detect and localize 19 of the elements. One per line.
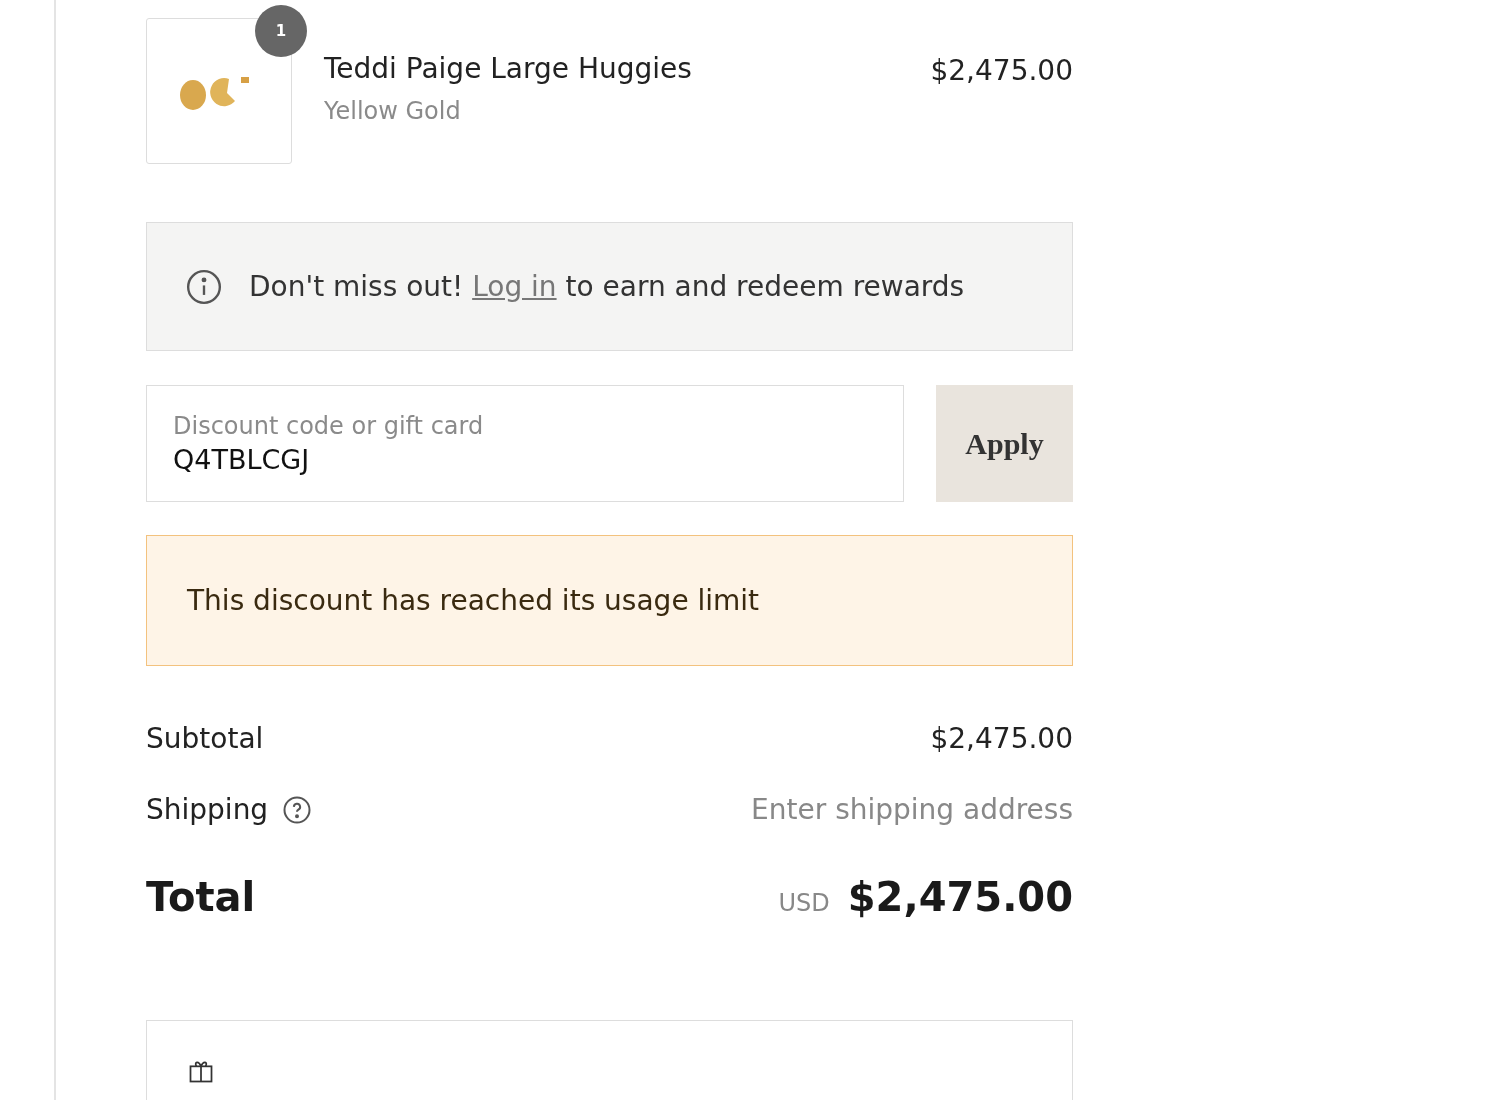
subtotal-label: Subtotal [146,722,264,755]
total-label: Total [146,874,256,920]
help-icon[interactable] [282,794,313,825]
quantity-badge: 1 [255,5,307,57]
error-message: This discount has reached its usage limit [187,584,760,617]
discount-code-input[interactable]: Q4TBLCGJ [173,444,877,475]
product-price: $2,475.00 [930,53,1073,87]
currency-code: USD [778,889,830,917]
subtotal-value: $2,475.00 [930,722,1073,755]
field-label: Discount code or gift card [173,412,485,440]
info-icon [185,267,223,306]
shipping-label: Shipping [146,793,269,826]
apply-button[interactable]: Apply [936,385,1073,502]
shipping-value: Enter shipping address [751,793,1073,826]
product-name: Teddi Paige Large Huggies [324,52,693,85]
login-link[interactable]: Log in [472,270,557,303]
total-value: $2,475.00 [847,874,1073,920]
product-variant: Yellow Gold [324,97,462,125]
rewards-text: Don't miss out! Log in to earn and redeem rewards [249,270,965,303]
